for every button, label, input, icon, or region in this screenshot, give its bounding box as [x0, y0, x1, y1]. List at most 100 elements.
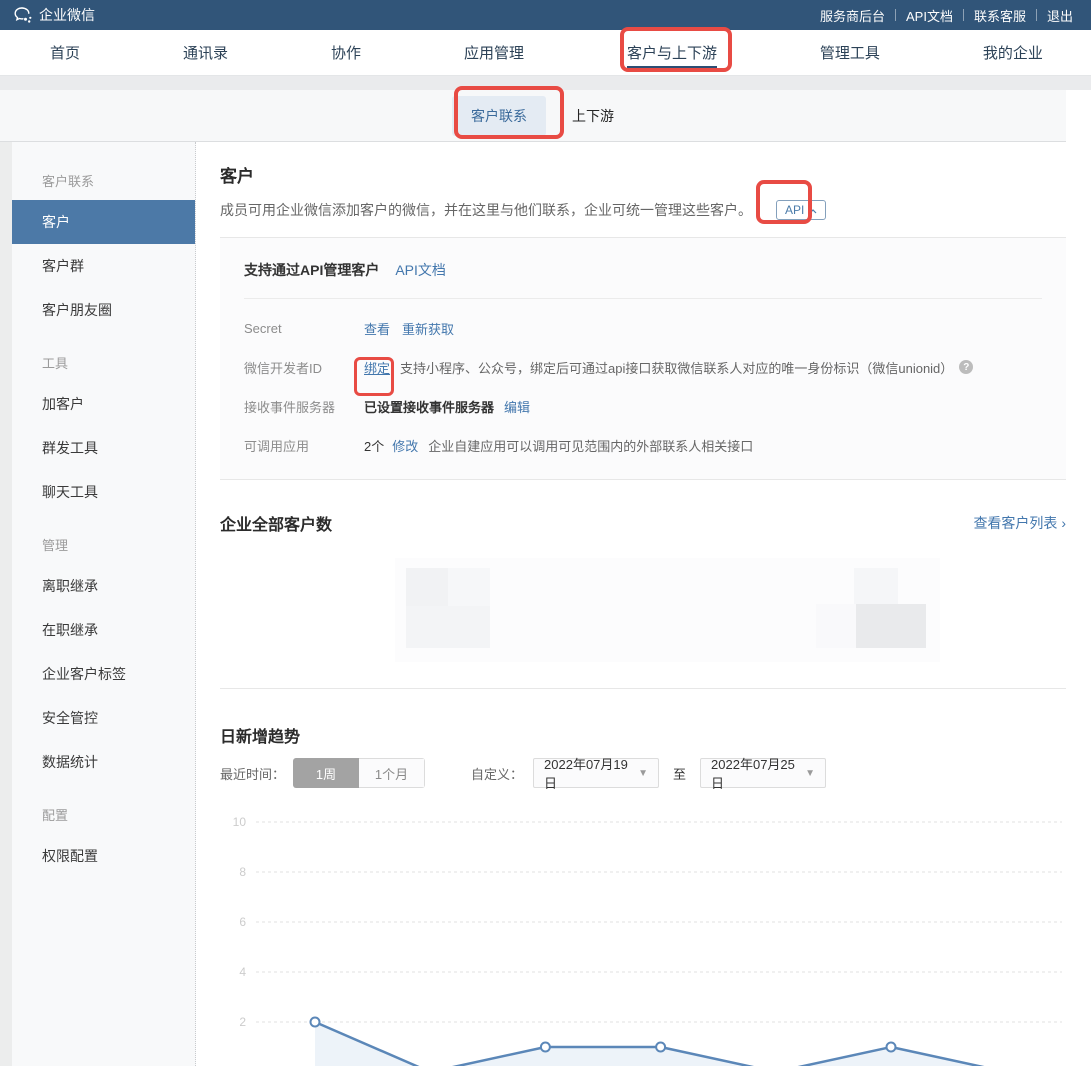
- range-toggle: 1周 1个月: [293, 758, 425, 788]
- sidebar-group-customer-contact: 客户联系 客户 客户群 客户朋友圈: [12, 172, 195, 332]
- divider: [244, 298, 1042, 299]
- sidebar-item-resigned-inherit[interactable]: 离职继承: [12, 564, 195, 608]
- divider: [220, 688, 1066, 689]
- main-content: 客户 成员可用企业微信添加客户的微信，并在这里与他们联系，企业可统一管理这些客户…: [196, 142, 1066, 1066]
- secret-row: Secret 查看 重新获取: [244, 318, 1042, 338]
- sidebar: 客户联系 客户 客户群 客户朋友圈 工具 加客户 群发工具 聊天工具 管理 离职…: [12, 142, 196, 1066]
- topbar-link-support[interactable]: 联系客服: [964, 6, 1036, 25]
- sidebar-item-security-control[interactable]: 安全管控: [12, 696, 195, 740]
- wechat-developer-id-label: 微信开发者ID: [244, 358, 364, 377]
- nav-tab-home[interactable]: 首页: [50, 30, 80, 75]
- nav-tab-contacts[interactable]: 通讯录: [183, 30, 228, 75]
- svg-text:4: 4: [239, 965, 246, 979]
- callable-apps-desc: 企业自建应用可以调用可见范围内的外部联系人相关接口: [428, 436, 753, 455]
- custom-range-label: 自定义：: [471, 764, 523, 783]
- sidebar-item-customer-tags[interactable]: 企业客户标签: [12, 652, 195, 696]
- range-option-week[interactable]: 1周: [293, 758, 359, 788]
- main-nav: 首页 通讯录 协作 应用管理 客户与上下游 管理工具 我的企业: [0, 30, 1091, 76]
- topbar-link-logout[interactable]: 退出: [1037, 6, 1083, 25]
- event-server-edit-link[interactable]: 编辑: [504, 397, 530, 416]
- nav-tab-customers[interactable]: 客户与上下游: [627, 30, 717, 75]
- topbar-link-provider[interactable]: 服务商后台: [810, 6, 895, 25]
- event-server-row: 接收事件服务器 已设置接收事件服务器 编辑: [244, 396, 1042, 416]
- sidebar-header-management: 管理: [12, 536, 195, 556]
- callable-apps-row: 可调用应用 2个 修改 企业自建应用可以调用可见范围内的外部联系人相关接口: [244, 435, 1042, 455]
- sidebar-item-permission-config[interactable]: 权限配置: [12, 834, 195, 878]
- nav-tab-apps[interactable]: 应用管理: [464, 30, 524, 75]
- svg-text:10: 10: [233, 815, 247, 829]
- date-to-value: 2022年07月25日: [711, 754, 805, 792]
- divider-band: [0, 76, 1091, 90]
- mosaic-block: [854, 568, 898, 608]
- date-from-value: 2022年07月19日: [544, 754, 638, 792]
- redacted-customer-stats: [220, 556, 1066, 664]
- page-title: 客户: [220, 162, 1066, 184]
- date-from-select[interactable]: 2022年07月19日 ▼: [533, 758, 659, 788]
- view-customer-list-link[interactable]: 查看客户列表 ›: [973, 513, 1066, 533]
- wechat-developer-id-row: 微信开发者ID 绑定 支持小程序、公众号，绑定后可通过api接口获取微信联系人对…: [244, 357, 1042, 377]
- wework-logo-icon: [14, 7, 33, 24]
- nav-tab-collaboration[interactable]: 协作: [331, 30, 361, 75]
- callable-apps-count: 2个: [364, 436, 384, 455]
- topbar-link-api-doc[interactable]: API文档: [896, 6, 963, 25]
- sidebar-item-customer-moments[interactable]: 客户朋友圈: [12, 288, 195, 332]
- nav-tab-my-company[interactable]: 我的企业: [983, 30, 1043, 75]
- trend-section-title: 日新增趋势: [220, 723, 1066, 745]
- event-server-status: 已设置接收事件服务器: [364, 397, 494, 416]
- range-option-month[interactable]: 1个月: [359, 758, 425, 788]
- left-gutter: [0, 142, 12, 1066]
- sidebar-item-data-statistics[interactable]: 数据统计: [12, 740, 195, 784]
- brand[interactable]: 企业微信: [14, 5, 95, 25]
- sidebar-group-config: 配置 权限配置: [12, 806, 195, 878]
- trend-controls: 最近时间： 1周 1个月 自定义： 2022年07月19日 ▼ 至 2022年0…: [220, 758, 1066, 788]
- chevron-up-icon: [809, 203, 817, 217]
- subtab-row: 客户联系 上下游: [0, 90, 1066, 142]
- api-panel-title-row: 支持通过API管理客户 API文档: [244, 260, 1042, 280]
- api-toggle-label: API: [785, 203, 804, 217]
- customers-section-title: 企业全部客户数: [220, 511, 332, 535]
- bind-link[interactable]: 绑定: [364, 358, 390, 377]
- callable-apps-modify-link[interactable]: 修改: [392, 436, 418, 455]
- svg-text:8: 8: [239, 865, 246, 879]
- dropdown-arrow-icon: ▼: [638, 768, 648, 779]
- api-doc-link[interactable]: API文档: [395, 260, 446, 280]
- page-description: 成员可用企业微信添加客户的微信，并在这里与他们联系，企业可统一管理这些客户。: [220, 200, 752, 220]
- sidebar-item-bulk-message[interactable]: 群发工具: [12, 426, 195, 470]
- sidebar-item-customer-groups[interactable]: 客户群: [12, 244, 195, 288]
- date-to-select[interactable]: 2022年07月25日 ▼: [700, 758, 826, 788]
- brand-name: 企业微信: [39, 5, 95, 25]
- subtab-upstream-downstream[interactable]: 上下游: [572, 106, 614, 126]
- secret-refresh-link[interactable]: 重新获取: [402, 319, 454, 338]
- secret-label: Secret: [244, 321, 364, 336]
- secret-view-link[interactable]: 查看: [364, 319, 390, 338]
- sidebar-group-tools: 工具 加客户 群发工具 聊天工具: [12, 354, 195, 514]
- svg-text:2: 2: [239, 1015, 246, 1029]
- mosaic-block: [406, 568, 448, 606]
- sidebar-header-customer-contact: 客户联系: [12, 172, 195, 192]
- api-toggle-button[interactable]: API: [776, 200, 826, 220]
- customers-section-head: 企业全部客户数 查看客户列表 ›: [220, 512, 1066, 534]
- sidebar-header-config: 配置: [12, 806, 195, 826]
- nav-tab-admin-tools[interactable]: 管理工具: [820, 30, 880, 75]
- svg-text:6: 6: [239, 915, 246, 929]
- sidebar-header-tools: 工具: [12, 354, 195, 374]
- subtab-customer-contact[interactable]: 客户联系: [452, 96, 546, 136]
- sidebar-item-onjob-inherit[interactable]: 在职继承: [12, 608, 195, 652]
- trend-line-chart: 2 4 6 8 10: [220, 800, 1066, 1066]
- help-question-icon[interactable]: ?: [959, 360, 973, 374]
- callable-apps-label: 可调用应用: [244, 436, 364, 455]
- event-server-label: 接收事件服务器: [244, 397, 364, 416]
- to-label: 至: [673, 764, 686, 783]
- api-panel: 支持通过API管理客户 API文档 Secret 查看 重新获取 微信开发者ID…: [220, 237, 1066, 480]
- dropdown-arrow-icon: ▼: [805, 768, 815, 779]
- topbar: 企业微信 服务商后台 API文档 联系客服 退出: [0, 0, 1091, 30]
- mosaic-block: [406, 606, 490, 648]
- trend-chart: 2 4 6 8 10: [220, 800, 1066, 1066]
- sidebar-item-chat-tools[interactable]: 聊天工具: [12, 470, 195, 514]
- sidebar-group-management: 管理 离职继承 在职继承 企业客户标签 安全管控 数据统计: [12, 536, 195, 784]
- sidebar-item-customers[interactable]: 客户: [12, 200, 195, 244]
- api-panel-title: 支持通过API管理客户: [244, 260, 379, 280]
- sidebar-item-add-customer[interactable]: 加客户: [12, 382, 195, 426]
- mosaic-block: [856, 604, 926, 648]
- page-body: 客户联系 客户 客户群 客户朋友圈 工具 加客户 群发工具 聊天工具 管理 离职…: [0, 142, 1066, 1066]
